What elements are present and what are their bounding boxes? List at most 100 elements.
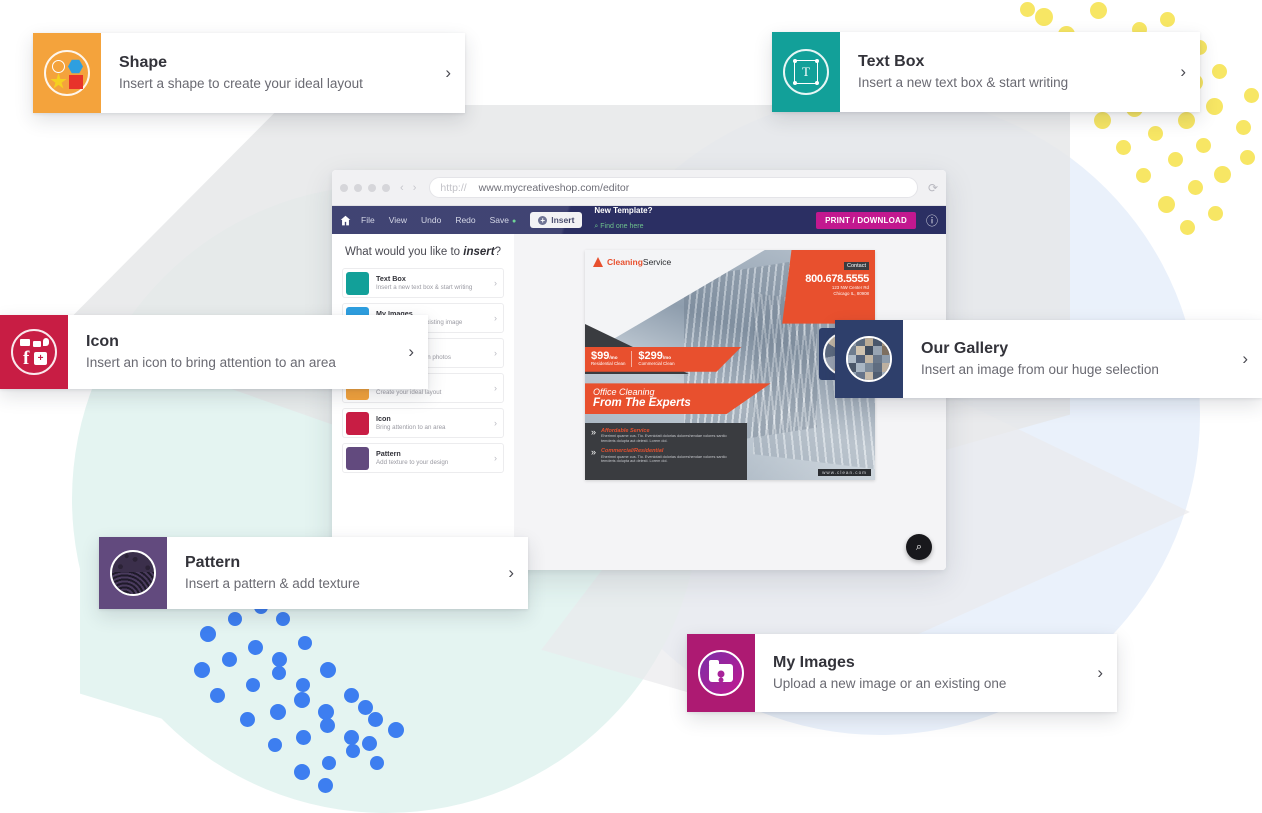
price-2-value: $299 bbox=[638, 349, 663, 362]
bullet-2-title: Commercial/Residential bbox=[601, 447, 664, 454]
decorative-dot bbox=[1020, 2, 1035, 17]
chevron-right-icon[interactable]: › bbox=[494, 418, 497, 428]
url-bar[interactable]: http:// www.mycreativeshop.com/editor bbox=[429, 177, 918, 198]
headline-line-1: Office Cleaning bbox=[593, 387, 655, 398]
menu-file[interactable]: File bbox=[361, 215, 375, 225]
person-icon bbox=[717, 670, 725, 678]
insert-button[interactable]: + Insert bbox=[530, 212, 583, 228]
chevron-right-icon[interactable]: › bbox=[494, 453, 497, 463]
feature-card-shape[interactable]: Shape Insert a shape to create your idea… bbox=[33, 33, 465, 113]
mosaic-tile bbox=[873, 346, 882, 355]
mosaic-tile bbox=[864, 354, 874, 364]
decorative-dot bbox=[248, 640, 263, 655]
mosaic-tile bbox=[864, 338, 874, 347]
side-title-suffix: ? bbox=[494, 246, 501, 258]
decorative-dot bbox=[368, 712, 383, 727]
side-panel-row-pattern[interactable]: Pattern Add texture to your design › bbox=[342, 443, 504, 473]
decorative-dot bbox=[1212, 64, 1227, 79]
chevron-right-icon[interactable]: › bbox=[1242, 349, 1248, 369]
side-row-title: Icon bbox=[376, 415, 391, 424]
decorative-dot bbox=[1094, 112, 1111, 129]
new-template-prompt[interactable]: New Template? ⌕ Find one here bbox=[594, 206, 652, 234]
pattern-card-body: Pattern Insert a pattern & add texture › bbox=[167, 537, 528, 609]
chevron-right-icon[interactable]: › bbox=[445, 63, 451, 83]
side-panel-row-icon[interactable]: Icon Bring attention to an area › bbox=[342, 408, 504, 438]
flyer-design[interactable]: CleaningService Contact 800.678.5555 123… bbox=[585, 250, 875, 480]
decorative-dot bbox=[276, 612, 290, 626]
my-images-card-texts: My Images Upload a new image or an exist… bbox=[773, 653, 1085, 694]
decorative-dot bbox=[222, 652, 237, 667]
flyer-pricing: $99/mo Residential Clean $299/mo Commerc… bbox=[585, 346, 742, 372]
decorative-dot bbox=[322, 756, 336, 770]
decorative-dot bbox=[268, 738, 282, 752]
decorative-dot bbox=[1188, 180, 1203, 195]
chevron-right-icon[interactable]: › bbox=[494, 313, 497, 323]
chevron-right-icon[interactable]: › bbox=[1180, 62, 1186, 82]
menu-redo[interactable]: Redo bbox=[455, 215, 475, 225]
mosaic-tile bbox=[848, 371, 857, 380]
new-template-title: New Template? bbox=[594, 206, 653, 216]
chevron-right-icon[interactable]: › bbox=[1097, 663, 1103, 683]
feature-card-my-images[interactable]: My Images Upload a new image or an exist… bbox=[687, 634, 1117, 712]
chevron-right-icon[interactable]: › bbox=[494, 348, 497, 358]
decorative-dot bbox=[200, 626, 216, 642]
decorative-dot bbox=[346, 744, 360, 758]
my-images-card-body: My Images Upload a new image or an exist… bbox=[755, 634, 1117, 712]
feature-card-icon[interactable]: f + Icon Insert an icon to bring attenti… bbox=[0, 315, 428, 389]
feature-card-pattern[interactable]: Pattern Insert a pattern & add texture › bbox=[99, 537, 528, 609]
reload-icon[interactable]: ⟳ bbox=[928, 181, 938, 195]
menu-undo[interactable]: Undo bbox=[421, 215, 441, 225]
chevron-right-icon[interactable]: › bbox=[508, 563, 514, 583]
decorative-dot bbox=[1236, 120, 1251, 135]
shape-card-subtitle: Insert a shape to create your ideal layo… bbox=[119, 75, 363, 91]
flyer-logo-text: CleaningService bbox=[607, 257, 671, 267]
flyer-logo: CleaningService bbox=[593, 257, 671, 267]
chevron-right-icon[interactable]: › bbox=[494, 278, 497, 288]
decorative-dot bbox=[228, 612, 242, 626]
decorative-dot bbox=[296, 678, 310, 692]
mosaic-tile bbox=[856, 346, 865, 355]
decorative-dot bbox=[1196, 138, 1211, 153]
browser-nav-arrows[interactable]: ‹ › bbox=[400, 182, 419, 194]
my-images-card-subtitle: Upload a new image or an existing one bbox=[773, 675, 1007, 691]
pattern-card-subtitle: Insert a pattern & add texture bbox=[185, 575, 360, 591]
decorative-dot bbox=[246, 678, 260, 692]
decorative-dot bbox=[296, 730, 311, 745]
flyer-contact-block: Contact 800.678.5555 123 NW Center Rd Ch… bbox=[782, 250, 875, 324]
plus-mini-icon: + bbox=[34, 352, 47, 365]
mail-mini-icon bbox=[20, 339, 30, 346]
window-traffic-lights[interactable] bbox=[340, 183, 390, 192]
contact-phone: 800.678.5555 bbox=[805, 273, 869, 285]
new-template-link[interactable]: ⌕ Find one here bbox=[594, 223, 643, 230]
side-panel-row-text-box[interactable]: Text Box Insert a new text box & start wr… bbox=[342, 268, 504, 298]
decorative-dot bbox=[1158, 196, 1175, 213]
icon-card-subtitle: Insert an icon to bring attention to an … bbox=[86, 354, 336, 370]
pattern-card-tile bbox=[99, 537, 167, 609]
decorative-dot bbox=[1206, 98, 1223, 115]
triangle-logo-icon bbox=[593, 257, 603, 267]
feature-card-our-gallery[interactable]: Our Gallery Insert an image from our hug… bbox=[835, 320, 1262, 398]
help-icon[interactable]: ⓘ bbox=[926, 212, 938, 229]
chevron-right-icon[interactable]: › bbox=[494, 383, 497, 393]
home-icon[interactable] bbox=[340, 215, 351, 226]
chevron-right-icon[interactable]: › bbox=[408, 342, 414, 362]
icon-card-title: Icon bbox=[86, 332, 119, 350]
decorative-dot bbox=[362, 736, 377, 751]
print-download-button[interactable]: PRINT / DOWNLOAD bbox=[816, 211, 916, 229]
url-text: www.mycreativeshop.com/editor bbox=[478, 181, 630, 194]
menu-save[interactable]: Save ● bbox=[490, 215, 517, 225]
zoom-icon[interactable]: ⌕ bbox=[906, 534, 932, 560]
mosaic-tile bbox=[881, 338, 890, 347]
decorative-dot bbox=[1180, 220, 1195, 235]
decorative-dot bbox=[320, 718, 335, 733]
mosaic-tile bbox=[881, 354, 890, 364]
gallery-card-subtitle: Insert an image from our huge selection bbox=[921, 361, 1159, 377]
mosaic-tile bbox=[856, 354, 865, 364]
menu-view[interactable]: View bbox=[389, 215, 407, 225]
side-row-texts: Text Box Insert a new text box & start wr… bbox=[376, 275, 487, 290]
decorative-dot bbox=[318, 778, 333, 793]
mosaic-tile bbox=[848, 338, 857, 347]
feature-card-text-box[interactable]: T Text Box Insert a new text box & start… bbox=[772, 32, 1200, 112]
canvas-area: CleaningService Contact 800.678.5555 123… bbox=[514, 234, 946, 570]
pattern-icon bbox=[110, 550, 156, 596]
